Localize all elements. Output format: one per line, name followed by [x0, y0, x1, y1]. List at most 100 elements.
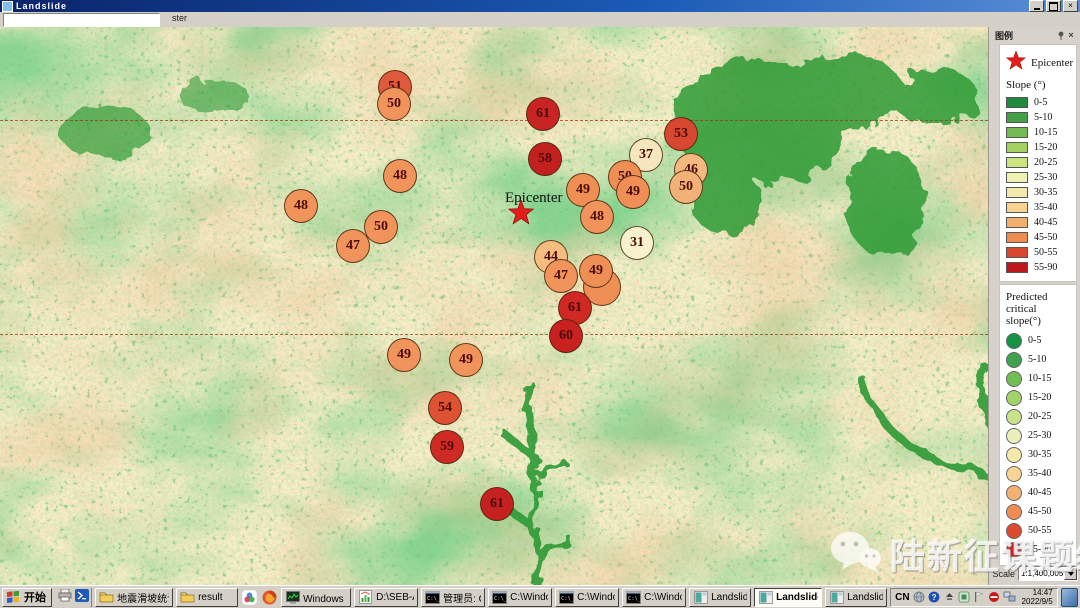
tray-network[interactable] — [1003, 591, 1016, 604]
slope-legend: Epicenter Slope (°) 0-55-1010-1515-2020-… — [1000, 45, 1076, 281]
app-icon — [2, 1, 13, 12]
globe-icon — [912, 590, 927, 605]
taskbar-item-label: Landslide — [711, 592, 747, 603]
maximize-button[interactable] — [1046, 0, 1061, 12]
critical-swatch — [1006, 390, 1022, 406]
taskbar-item-windows-[interactable]: Windows 任... — [281, 588, 351, 607]
slope-marker[interactable]: 53 — [664, 117, 698, 151]
tray-globe[interactable] — [913, 591, 926, 604]
printer-icon — [57, 588, 72, 603]
slope-marker[interactable]: 48 — [580, 200, 614, 234]
slope-marker[interactable]: 54 — [428, 391, 462, 425]
taskbar-item-result[interactable]: result — [176, 588, 238, 607]
clock-date: 2022/9/5 — [1022, 597, 1053, 606]
tray-blocked[interactable] — [988, 591, 1001, 604]
legend-panel: 图例 × Epicenter Slope (°) 0-55-1010-1515-… — [988, 27, 1080, 585]
taskbar-item-c-windows-[interactable]: C:\_C:\Windows... — [488, 588, 552, 607]
taskbar-item-landslide[interactable]: Landslide — [754, 588, 822, 607]
taskbar-item-d-seb-act-[interactable]: D:\SEB-ACT... — [354, 588, 418, 607]
slope-swatch — [1006, 142, 1028, 153]
tray-green-app[interactable] — [958, 591, 971, 604]
slope-marker[interactable]: 50 — [364, 210, 398, 244]
taskbar-item-tricircle[interactable] — [241, 588, 258, 607]
slope-marker[interactable]: 48 — [383, 159, 417, 193]
taskbar-item-label: C:\Windows... — [644, 592, 682, 603]
critical-class-label: 0-5 — [1028, 335, 1041, 346]
network-icon — [1002, 590, 1017, 605]
critical-class-label: 55-90 — [1028, 544, 1051, 555]
tray-help[interactable]: ? — [928, 591, 941, 604]
map-canvas[interactable]: 5150615848533746505049494850474831444749… — [0, 27, 1080, 585]
slope-marker[interactable]: 47 — [544, 259, 578, 293]
slope-marker[interactable]: 49 — [579, 254, 613, 288]
start-button[interactable]: 开始 — [2, 588, 52, 607]
clock-time: 14:47 — [1022, 588, 1053, 597]
taskbar-item-c-windows-[interactable]: C:\_C:\Windows... — [622, 588, 686, 607]
slope-marker[interactable]: 61 — [526, 97, 560, 131]
slope-marker[interactable]: 60 — [549, 319, 583, 353]
slope-marker[interactable]: 58 — [528, 142, 562, 176]
slope-marker[interactable]: 61 — [480, 487, 514, 521]
slope-class-label: 25-30 — [1034, 172, 1057, 183]
chart-icon — [358, 590, 373, 605]
slope-marker[interactable]: 49 — [387, 338, 421, 372]
slope-marker[interactable]: 47 — [336, 229, 370, 263]
folder-icon — [99, 590, 114, 605]
slope-marker[interactable]: 31 — [620, 226, 654, 260]
slope-marker[interactable]: 59 — [430, 430, 464, 464]
taskbar-item--c-[interactable]: C:\_管理员: C... — [421, 588, 485, 607]
green-app-icon — [957, 590, 972, 605]
critical-swatch — [1006, 352, 1022, 368]
tray-arrow[interactable] — [943, 591, 956, 604]
taskbar-item-landslide[interactable]: Landslide — [689, 588, 751, 607]
legend-epicenter-star-icon — [1006, 51, 1026, 75]
clock[interactable]: 14:47 2022/9/5 — [1019, 588, 1053, 606]
critical-class-label: 45-50 — [1028, 506, 1051, 517]
epicenter-label: Epicenter — [505, 190, 562, 207]
slope-class-row: 40-45 — [1006, 215, 1072, 230]
critical-swatch — [1006, 371, 1022, 387]
taskbar-item-label: C:\Windows... — [577, 592, 615, 603]
critical-swatch — [1006, 542, 1022, 558]
windows-logo-icon — [6, 590, 21, 605]
arrow-icon — [942, 590, 957, 605]
close-button[interactable]: × — [1063, 0, 1078, 12]
critical-class-row: 35-40 — [1006, 464, 1072, 483]
slope-legend-title: Slope (°) — [1006, 79, 1072, 91]
language-indicator[interactable]: CN — [895, 592, 909, 603]
show-desktop-button[interactable] — [1061, 588, 1078, 607]
minimize-button[interactable] — [1029, 0, 1044, 12]
slope-marker[interactable]: 49 — [616, 175, 650, 209]
slope-marker[interactable]: 49 — [449, 343, 483, 377]
slope-class-label: 20-25 — [1034, 157, 1057, 168]
slope-marker[interactable]: 50 — [669, 170, 703, 204]
quicklaunch-printer[interactable] — [57, 588, 72, 607]
scale-dropdown[interactable]: 1:1,400,005 — [1018, 566, 1078, 581]
landslide-icon — [758, 590, 773, 605]
slope-class-row: 50-55 — [1006, 245, 1072, 260]
taskbar-item-landslide[interactable]: Landslide — [825, 588, 887, 607]
flag-icon — [972, 590, 987, 605]
taskbar-item-c-windows-[interactable]: C:\_C:\Windows... — [555, 588, 619, 607]
scale-label: Scale — [992, 569, 1015, 579]
taskbar-item-label: Landslide — [776, 592, 818, 603]
critical-class-row: 5-10 — [1006, 350, 1072, 369]
critical-class-label: 5-10 — [1028, 354, 1046, 365]
taskbar-item-firefox[interactable] — [261, 588, 278, 607]
scale-value: 1:1,400,005 — [1019, 569, 1064, 578]
toolbar-input[interactable] — [3, 13, 160, 27]
slope-marker[interactable]: 48 — [284, 189, 318, 223]
landslide-icon — [829, 590, 844, 605]
panel-close-icon[interactable]: × — [1066, 30, 1076, 40]
slope-marker[interactable]: 50 — [377, 87, 411, 121]
critical-class-label: 10-15 — [1028, 373, 1051, 384]
taskbar-item--[interactable]: 地震滑坡统计... — [95, 588, 173, 607]
critical-class-row: 0-5 — [1006, 331, 1072, 350]
slope-swatch — [1006, 97, 1028, 108]
quicklaunch-powershell[interactable] — [74, 588, 89, 607]
landslide-icon — [693, 590, 708, 605]
slope-swatch — [1006, 247, 1028, 258]
pin-icon[interactable] — [1056, 30, 1066, 40]
tray-flag[interactable] — [973, 591, 986, 604]
scale-dropdown-arrow-icon[interactable] — [1064, 567, 1077, 580]
